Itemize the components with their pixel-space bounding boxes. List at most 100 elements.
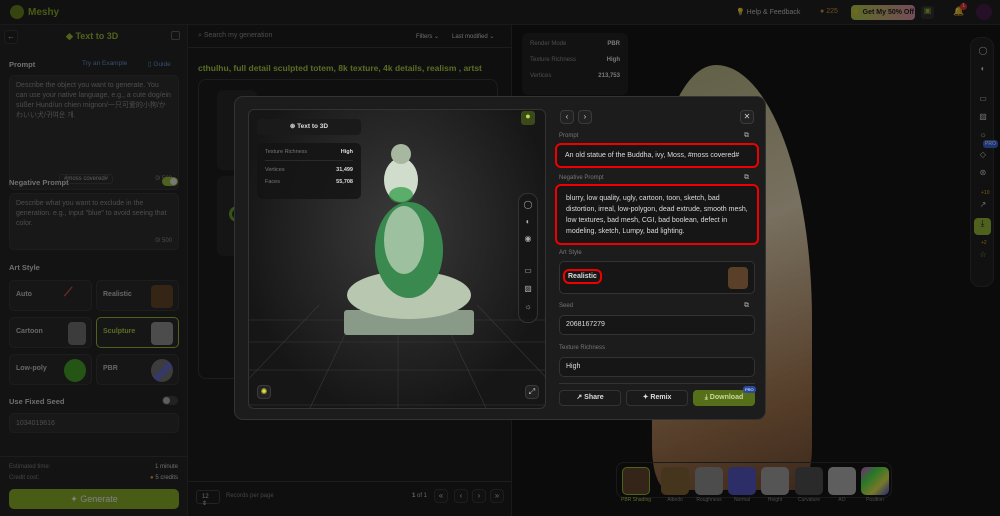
- monitor-icon[interactable]: ▭: [522, 266, 534, 278]
- style-pbr[interactable]: PBR: [96, 354, 179, 385]
- map-ao[interactable]: [828, 467, 856, 495]
- wireframe-icon[interactable]: ▨: [977, 112, 989, 124]
- map-curvature[interactable]: [795, 467, 823, 495]
- share-label: Share: [584, 394, 604, 401]
- per-page-label: Records per page: [226, 493, 274, 499]
- texture-icon[interactable]: ◇: [977, 150, 989, 162]
- magic-wand-icon: ⟋: [64, 285, 73, 299]
- map-label: Curvature: [798, 497, 820, 503]
- sphere-icon[interactable]: ◐: [977, 64, 989, 76]
- divider: [188, 47, 512, 48]
- sphere-thumbnail: [151, 359, 173, 382]
- guide-link[interactable]: ▯ Guide: [148, 60, 171, 68]
- help-feedback-link[interactable]: 💡 Help & Feedback: [736, 8, 800, 16]
- info-row: Render Mode PBR: [530, 41, 620, 47]
- generate-button[interactable]: ✦ Generate: [9, 489, 179, 509]
- next-page-button[interactable]: ›: [472, 489, 486, 503]
- estimated-time-label: Estimated time:: [9, 464, 51, 470]
- logo[interactable]: Meshy: [10, 5, 59, 19]
- notification-badge: 1: [960, 3, 967, 10]
- filters-dropdown[interactable]: Filters ⌄: [416, 33, 439, 40]
- style-realistic[interactable]: Realistic: [96, 280, 179, 311]
- fullscreen-icon[interactable]: ⤢: [525, 385, 539, 399]
- hammer-thumbnail: [68, 322, 86, 345]
- promo-button[interactable]: ⚡ Get My 50% Off: [851, 5, 915, 20]
- tree-thumbnail: [64, 359, 86, 382]
- sparkle-icon: ✦: [70, 494, 78, 504]
- negative-prompt-value[interactable]: blurry, low quality, ugly, cartoon, toon…: [555, 184, 759, 245]
- pro-badge: PRO: [743, 386, 756, 393]
- seed-input[interactable]: 1034019616: [9, 413, 179, 433]
- matcap-icon[interactable]: ◉: [522, 234, 534, 246]
- fixed-seed-label: Use Fixed Seed: [9, 397, 65, 406]
- page-current: 1: [412, 493, 416, 499]
- map-position[interactable]: [861, 467, 889, 495]
- lighting-icon[interactable]: ◯: [522, 200, 534, 212]
- armor-thumbnail: [151, 285, 173, 308]
- share-button[interactable]: ↗ Share: [559, 390, 621, 406]
- style-cartoon[interactable]: Cartoon: [9, 317, 92, 348]
- back-button[interactable]: ←: [4, 30, 18, 44]
- viewer-toolbar: ◯ ◐ ▭ ▨ ☼ PRO ◇ ⊛ +10 ↗ ⤓ +2 ☆: [970, 37, 998, 287]
- map-roughness[interactable]: [695, 467, 723, 495]
- copy-prompt-icon[interactable]: ⧉: [744, 132, 749, 140]
- divider: [559, 383, 755, 384]
- uv-icon[interactable]: ⊛: [977, 168, 989, 180]
- prev-generation-button[interactable]: ‹: [560, 110, 574, 124]
- gift-icon[interactable]: ▣: [921, 6, 934, 19]
- modal-model-viewer[interactable]: ⊛ Text to 3D Texture Richness High Vertic…: [248, 109, 546, 409]
- filters-label: Filters: [416, 34, 433, 40]
- try-example-link[interactable]: Try an Example: [82, 60, 127, 67]
- next-generation-button[interactable]: ›: [578, 110, 592, 124]
- download-icon[interactable]: ⤓: [974, 218, 991, 235]
- remix-button[interactable]: ✦ Remix: [626, 390, 688, 406]
- user-icon[interactable]: ●: [521, 111, 535, 125]
- left-panel: ← ◆ Text to 3D Prompt Try an Example ▯ G…: [0, 25, 188, 516]
- lighting-icon[interactable]: ◯: [977, 46, 989, 58]
- prompt-input[interactable]: Describe the object you want to generate…: [9, 75, 179, 190]
- info-row: Vertices 213,753: [530, 73, 620, 79]
- collapse-panel-icon[interactable]: [171, 31, 180, 40]
- map-label: Height: [767, 497, 783, 503]
- search-placeholder: Search my generation: [203, 32, 273, 39]
- avatar[interactable]: [976, 4, 992, 20]
- negative-prompt-toggle[interactable]: [162, 177, 178, 186]
- prompt-value[interactable]: An old statue of the Buddha, ivy, Moss, …: [555, 143, 759, 168]
- close-modal-button[interactable]: ✕: [740, 110, 754, 124]
- copy-seed-icon[interactable]: ⧉: [744, 302, 749, 310]
- style-low-poly[interactable]: Low-poly: [9, 354, 92, 385]
- map-albedo[interactable]: [661, 467, 689, 495]
- sun-icon[interactable]: ☼: [522, 302, 534, 314]
- page-indicator: 1 of 1: [412, 493, 427, 499]
- style-sculpture[interactable]: Sculpture: [96, 317, 179, 348]
- style-auto[interactable]: Auto ⟋: [9, 280, 92, 311]
- sphere-icon[interactable]: ◐: [522, 217, 534, 229]
- info-value: 31,499: [336, 167, 353, 173]
- negative-prompt-input[interactable]: Describe what you want to exclude in the…: [9, 193, 179, 250]
- copy-negative-prompt-icon[interactable]: ⧉: [744, 174, 749, 182]
- map-pbr-shading[interactable]: [622, 467, 650, 495]
- brand-name: Meshy: [28, 6, 60, 18]
- try-example-text: Try an Example: [82, 60, 128, 67]
- credit-cost-value: ● 5 credits: [150, 475, 178, 481]
- last-page-button[interactable]: »: [490, 489, 504, 503]
- per-page-select[interactable]: 12 ⇕: [196, 490, 220, 507]
- sort-dropdown[interactable]: Last modified ⌄: [452, 33, 494, 40]
- seed-value[interactable]: 2068167279: [559, 315, 755, 335]
- light-bulb-icon[interactable]: ✺: [257, 385, 271, 399]
- monitor-icon[interactable]: ▭: [977, 94, 989, 106]
- fixed-seed-toggle[interactable]: [162, 396, 178, 405]
- credits-value: 225: [826, 8, 838, 15]
- share-icon[interactable]: ↗: [977, 200, 989, 212]
- map-normal[interactable]: [728, 467, 756, 495]
- map-height[interactable]: [761, 467, 789, 495]
- credit-badge: +10: [981, 190, 990, 196]
- feedback-icon[interactable]: ☆: [977, 250, 989, 262]
- map-label: Roughness: [696, 497, 722, 503]
- model-info-panel: Render Mode PBR Texture Richness High Vert…: [522, 33, 628, 95]
- prev-page-button[interactable]: ‹: [454, 489, 468, 503]
- wireframe-icon[interactable]: ▨: [522, 284, 534, 296]
- per-page-value: 12: [202, 494, 209, 500]
- first-page-button[interactable]: «: [434, 489, 448, 503]
- search-input[interactable]: ⌕ Search my generation: [198, 32, 272, 40]
